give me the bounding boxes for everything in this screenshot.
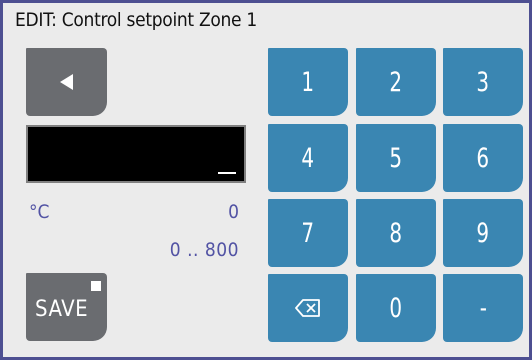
key-8-label: 8 [389, 217, 403, 249]
key-1-label: 1 [301, 66, 315, 98]
key-9[interactable]: 9 [443, 199, 523, 267]
save-label: SAVE [35, 297, 89, 322]
key-0[interactable]: 0 [356, 274, 436, 342]
current-value: 0 [228, 201, 239, 223]
edit-dialog: EDIT: Control setpoint Zone 1 °C 0 0 .. … [0, 0, 532, 360]
range-label: 0 .. 800 [169, 239, 239, 261]
key-minus[interactable]: - [443, 274, 523, 342]
unit-label: °C [29, 201, 50, 223]
key-5[interactable]: 5 [356, 124, 436, 192]
backspace-key[interactable] [268, 274, 348, 342]
key-4-label: 4 [301, 142, 315, 174]
save-indicator-icon [91, 281, 101, 291]
key-0-label: 0 [389, 292, 403, 324]
text-cursor [218, 172, 236, 174]
key-5-label: 5 [389, 142, 403, 174]
save-button[interactable]: SAVE [26, 273, 107, 341]
value-input[interactable] [26, 125, 246, 183]
key-9-label: 9 [476, 217, 490, 249]
key-8[interactable]: 8 [356, 199, 436, 267]
key-6-label: 6 [476, 142, 490, 174]
triangle-left-icon [59, 74, 73, 90]
key-7[interactable]: 7 [268, 199, 348, 267]
key-6[interactable]: 6 [443, 124, 523, 192]
back-button[interactable] [26, 48, 107, 116]
key-2-label: 2 [389, 66, 403, 98]
key-7-label: 7 [301, 217, 315, 249]
key-minus-label: - [479, 292, 487, 324]
key-4[interactable]: 4 [268, 124, 348, 192]
key-3-label: 3 [476, 66, 490, 98]
key-1[interactable]: 1 [268, 48, 348, 116]
key-2[interactable]: 2 [356, 48, 436, 116]
dialog-title: EDIT: Control setpoint Zone 1 [15, 9, 257, 31]
key-3[interactable]: 3 [443, 48, 523, 116]
backspace-icon [295, 299, 320, 317]
